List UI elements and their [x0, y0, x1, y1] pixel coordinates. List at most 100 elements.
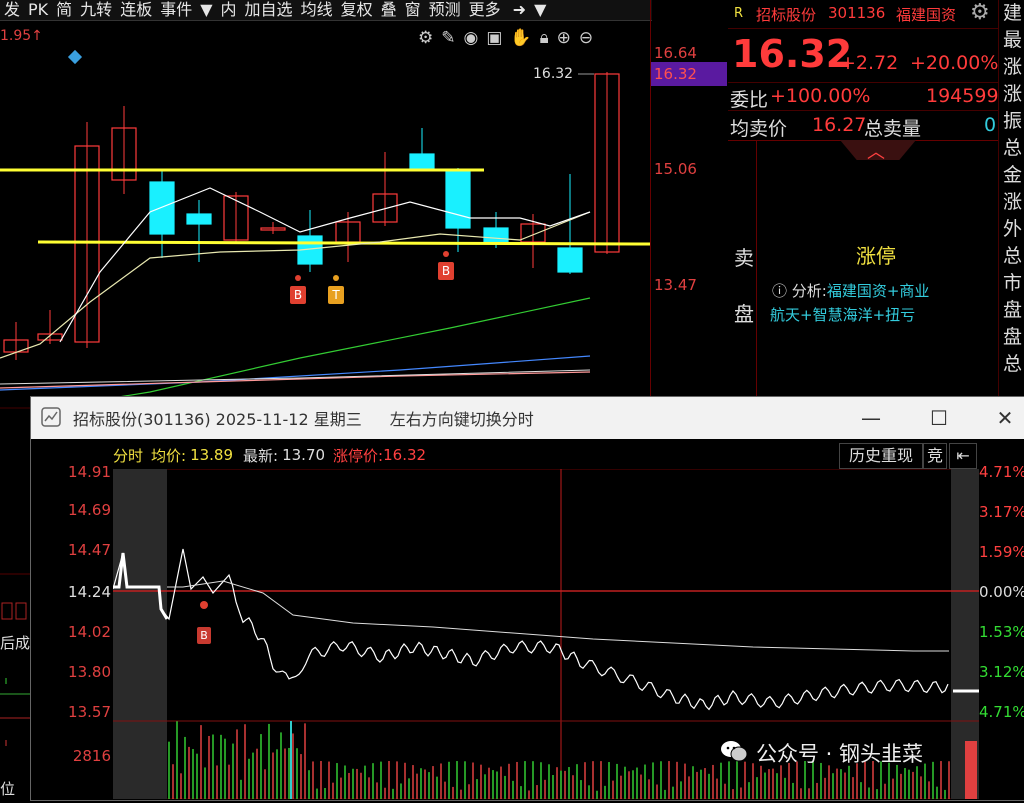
- avg-sell-value: 16.27: [812, 114, 867, 136]
- stat-label: 市: [1003, 272, 1023, 294]
- popup-title: 招标股份(301136) 2025-11-12 星期三: [73, 410, 362, 429]
- history-replay-button[interactable]: 历史重现: [839, 443, 923, 469]
- price-tick: 13.47: [654, 276, 697, 294]
- preopen-shade: [113, 469, 167, 799]
- zoom-in-icon[interactable]: ⊕: [557, 28, 571, 48]
- stat-label: 外: [1003, 218, 1023, 240]
- chevron-up-icon[interactable]: ︿: [867, 138, 885, 164]
- weibi-label: 委比: [730, 89, 769, 111]
- hand-icon[interactable]: ✋: [510, 28, 531, 48]
- stat-label: 盘: [1003, 299, 1023, 321]
- price-tick: 14.91: [68, 463, 111, 481]
- pct-tick: 1.59%: [979, 543, 1024, 561]
- left-strip-text: 后成: [0, 634, 31, 652]
- auction-button[interactable]: 竞: [923, 443, 947, 469]
- toolbar-item[interactable]: 发: [0, 0, 24, 20]
- total-sell-value: 0: [984, 114, 997, 136]
- left-strip-text: 位: [0, 780, 16, 798]
- arrow-right-icon[interactable]: ➜: [509, 0, 530, 20]
- wechat-icon: [720, 739, 748, 768]
- analysis-text[interactable]: 福建国资+商业: [827, 282, 930, 300]
- limit-label: 涨停价:: [333, 446, 384, 465]
- marker-dot: [200, 601, 208, 609]
- stat-label: 涨: [1003, 191, 1023, 213]
- volume-bar: [965, 741, 977, 799]
- eye-icon[interactable]: ◉: [464, 28, 479, 48]
- gear-icon[interactable]: ⚙: [970, 0, 990, 25]
- stock-name: 招标股份: [756, 6, 817, 24]
- last-price: 16.32: [732, 32, 853, 76]
- toolbar-item[interactable]: 连板: [116, 0, 156, 20]
- price-tick: 13.80: [68, 663, 111, 681]
- collapse-left-icon[interactable]: ⇤: [949, 443, 977, 469]
- divider: [728, 82, 998, 83]
- price-tick: 13.57: [68, 703, 111, 721]
- stat-label: 总: [1003, 137, 1023, 159]
- total-sell-label: 总卖量: [864, 118, 922, 140]
- price-tick: 14.02: [68, 623, 111, 641]
- divider: [728, 110, 998, 111]
- right-stats-column: 建最涨涨振总金涨外总市盘盘总: [998, 0, 1024, 398]
- stat-label: 最: [1003, 29, 1023, 51]
- left-strip: 后成 位: [0, 398, 30, 799]
- pen-icon[interactable]: ✎: [441, 28, 455, 48]
- sell-label: 卖: [734, 246, 754, 270]
- fenshi-label: 分时: [113, 446, 144, 465]
- toolbar-item[interactable]: 均线: [297, 0, 337, 20]
- limit-value: 16.32: [383, 446, 427, 464]
- toolbar-item[interactable]: 简: [52, 0, 76, 20]
- avg-value: 13.89: [190, 446, 234, 464]
- maximize-icon[interactable]: ☐: [919, 403, 959, 433]
- ma-label: 1.95↑: [0, 28, 43, 44]
- toolbar-item[interactable]: 窗: [401, 0, 425, 20]
- marker-dot: [443, 251, 449, 257]
- candle-body: [557, 247, 583, 273]
- watermark-text: 公众号 · 钢头韭菜: [756, 742, 924, 766]
- concept-tag[interactable]: 福建国资: [896, 4, 956, 25]
- price-tick: 14.69: [68, 501, 111, 519]
- signal-marker-label: B: [294, 288, 302, 302]
- analysis-text-2[interactable]: 航天+智慧海洋+扭亏: [770, 304, 915, 325]
- toolbar-item[interactable]: 事件: [156, 0, 196, 20]
- price-change-pct: +20.00%: [910, 52, 999, 74]
- settings-icon[interactable]: ⚙: [418, 28, 433, 48]
- zoom-out-icon[interactable]: ⊖: [579, 28, 593, 48]
- avg-sell-label: 均卖价: [730, 118, 788, 140]
- minimize-icon[interactable]: —: [851, 403, 891, 433]
- lock-icon[interactable]: 🔒︎: [540, 28, 549, 48]
- stock-code: 301136: [828, 4, 886, 22]
- stat-label: 建: [1003, 2, 1023, 24]
- quote-panel: R 招标股份 301136 福建国资 ⚙ 16.32 +2.72 +20.00%…: [728, 0, 999, 398]
- ma-line: [0, 371, 591, 389]
- toolbar-item[interactable]: 预测: [425, 0, 465, 20]
- left-ticks: 14.91 14.69 14.47 14.24 14.02 13.80 13.57 2816: [31, 397, 113, 800]
- limit-up-text: 涨停: [856, 244, 896, 268]
- pct-tick: 0.00%: [979, 583, 1024, 601]
- candle-body: [149, 181, 175, 235]
- toolbar-item[interactable]: 叠: [377, 0, 401, 20]
- high-price-label: 16.32: [533, 66, 574, 82]
- toolbar-item[interactable]: 内: [217, 0, 241, 20]
- signal-marker-label: T: [331, 288, 340, 302]
- stat-label: 总: [1003, 353, 1023, 375]
- buy-marker[interactable]: B: [197, 627, 211, 644]
- stat-label: 盘: [1003, 326, 1023, 348]
- close-icon[interactable]: ✕: [985, 403, 1024, 433]
- popup-titlebar[interactable]: 招标股份(301136) 2025-11-12 星期三 左右方向键切换分时 — …: [31, 397, 1024, 439]
- toolbar-item[interactable]: 复权: [337, 0, 377, 20]
- current-price-tag: 16.32: [651, 62, 727, 86]
- stat-label: 涨: [1003, 83, 1023, 105]
- pct-tick: 4.71%: [979, 463, 1024, 481]
- watermark: 公众号 · 钢头韭菜: [720, 738, 923, 768]
- toolbar-item[interactable]: PK: [24, 0, 52, 20]
- marker-dot: [333, 275, 339, 281]
- toolbar-item[interactable]: 九转: [76, 0, 116, 20]
- dropdown-icon[interactable]: ▼: [530, 0, 550, 20]
- toolbar-item[interactable]: 加自选: [241, 0, 297, 20]
- pct-tick: 3.12%: [979, 663, 1024, 681]
- toolbar-item[interactable]: 更多: [465, 0, 505, 20]
- briefcase-icon[interactable]: ▣: [486, 28, 502, 48]
- toolbar-item[interactable]: ▼: [196, 0, 216, 20]
- axis-divider: [650, 0, 651, 398]
- chart-icon-bar: ⚙ ✎ ◉ ▣ ✋ 🔒︎ ⊕ ⊖: [418, 28, 593, 48]
